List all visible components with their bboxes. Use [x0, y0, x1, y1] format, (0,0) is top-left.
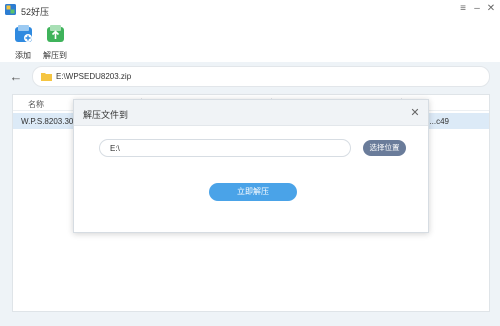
close-window-icon[interactable]: ✕ — [484, 2, 498, 16]
close-icon[interactable]: ✕ — [408, 106, 422, 120]
app-logo-icon — [5, 4, 16, 15]
dialog-title: 解压文件到 — [83, 110, 129, 120]
destination-path-input[interactable] — [99, 139, 351, 157]
add-files-icon — [15, 25, 32, 42]
dialog-header: 解压文件到 ✕ — [74, 100, 428, 126]
file-name: W.P.S.8203.30... — [21, 117, 81, 126]
extract-to-button-label: 解压到 — [43, 51, 67, 60]
choose-location-button[interactable]: 选择位置 — [363, 140, 406, 156]
folder-icon — [41, 73, 52, 81]
toolbar: 添加 解压到 — [0, 20, 500, 62]
title-bar: 52好压 ≡ – ✕ — [0, 0, 500, 20]
archive-path: E:\WPSEDU8203.zip — [56, 72, 132, 81]
path-bar[interactable]: E:\WPSEDU8203.zip — [32, 66, 490, 87]
app-title: 52好压 — [21, 7, 50, 17]
menu-icon[interactable]: ≡ — [456, 2, 470, 16]
add-button[interactable]: 添加 — [8, 24, 38, 60]
column-header-name[interactable]: 名称 — [28, 99, 44, 110]
minimize-icon[interactable]: – — [470, 2, 484, 16]
back-arrow-icon[interactable]: ← — [8, 69, 24, 85]
extract-to-icon — [47, 25, 64, 42]
extract-now-button[interactable]: 立即解压 — [209, 183, 297, 201]
file-crc: ...c49 — [429, 117, 449, 126]
extract-dialog: 解压文件到 ✕ 选择位置 立即解压 — [73, 99, 429, 233]
extract-to-button[interactable]: 解压到 — [40, 24, 70, 60]
